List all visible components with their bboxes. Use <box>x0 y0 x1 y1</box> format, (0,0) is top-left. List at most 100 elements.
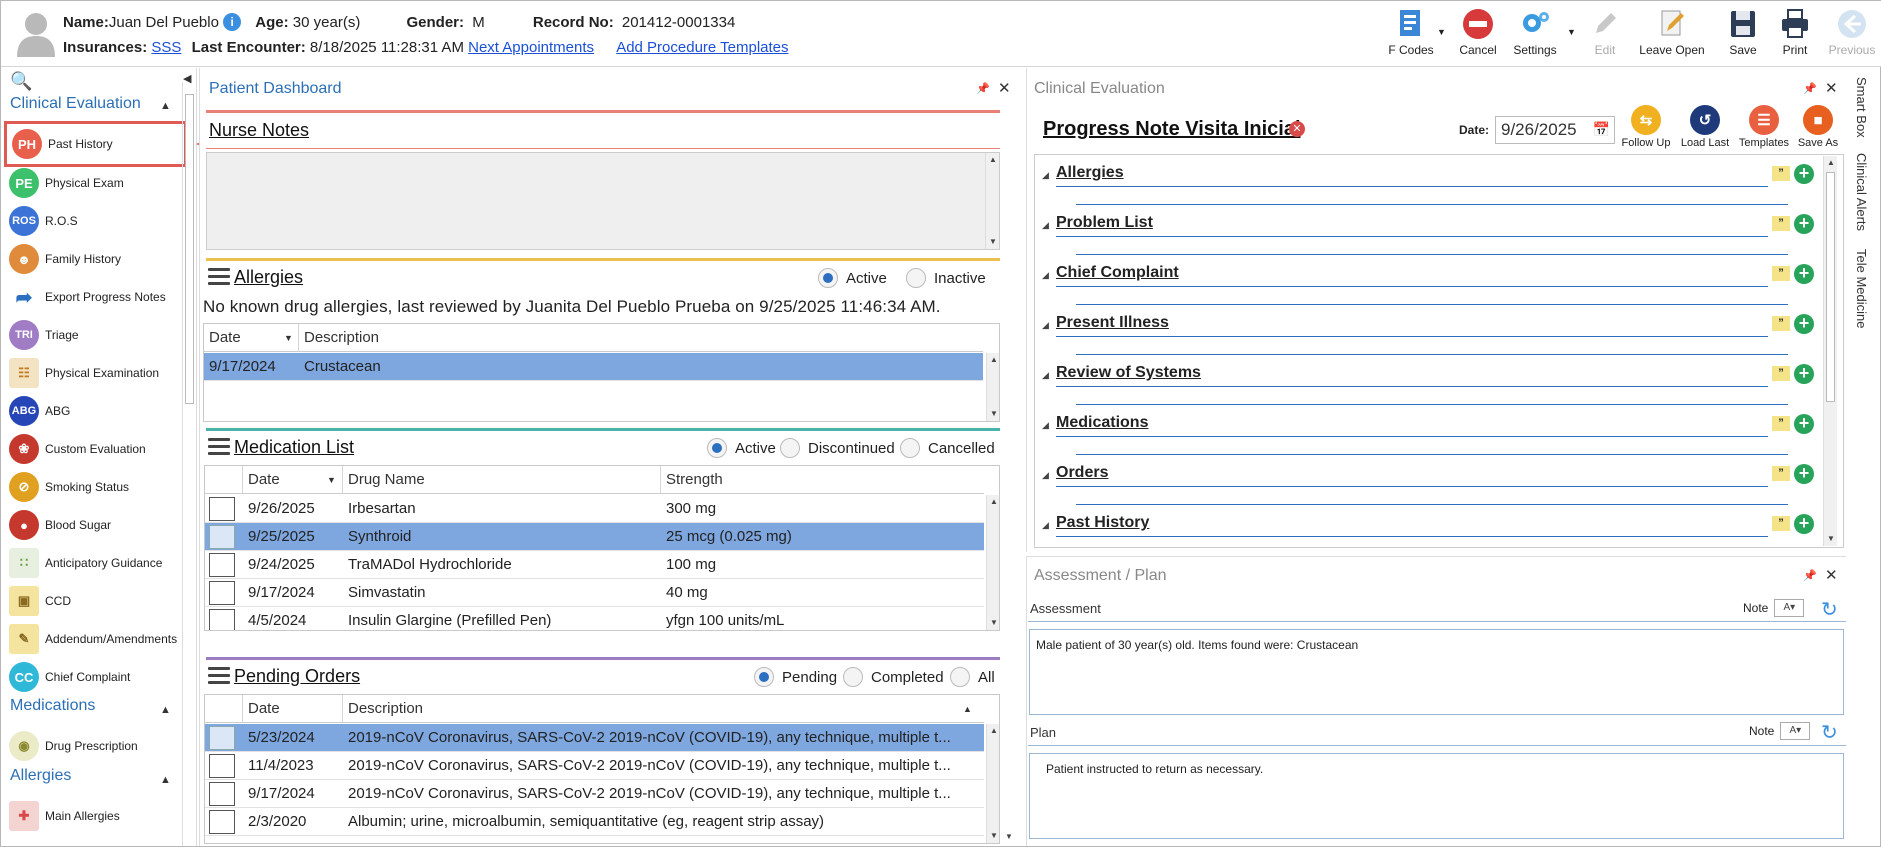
load-last-button[interactable]: ↺ Load Last <box>1677 105 1733 149</box>
section-label[interactable]: Chief Complaint <box>1056 264 1179 282</box>
save-as-button[interactable]: ■ Save As <box>1793 105 1843 149</box>
quote-icon[interactable]: ” <box>1772 366 1790 381</box>
nurse-notes-textarea[interactable] <box>206 152 1000 250</box>
medications-active-radio[interactable]: Active <box>707 438 776 458</box>
hamburger-menu-icon[interactable] <box>208 268 230 286</box>
radio-button[interactable] <box>900 438 920 458</box>
clinical-section-row[interactable]: ◢ Past History ” + <box>1036 506 1814 556</box>
scroll-down-icon[interactable]: ▼ <box>1824 532 1838 546</box>
sidebar-scrollbar[interactable] <box>182 82 195 846</box>
pin-icon[interactable]: 📌 <box>976 82 990 95</box>
radio-button[interactable] <box>950 667 970 687</box>
column-header[interactable]: Description ▲ <box>343 695 984 723</box>
pin-icon[interactable]: 📌 <box>1803 82 1817 95</box>
allergies-title[interactable]: Allergies <box>234 267 303 288</box>
add-icon[interactable]: + <box>1794 464 1814 484</box>
radio-button[interactable] <box>818 268 838 288</box>
radio-button[interactable] <box>906 268 926 288</box>
settings-dropdown-icon[interactable]: ▼ <box>1567 27 1576 37</box>
section-clinical-evaluation[interactable]: Clinical Evaluation <box>10 95 141 113</box>
clinical-section-row[interactable]: ◢ Present Illness ” + <box>1036 306 1814 356</box>
add-icon[interactable]: + <box>1794 214 1814 234</box>
column-header[interactable]: Date <box>243 695 343 723</box>
edit-button[interactable]: Edit <box>1585 7 1625 57</box>
column-header[interactable]: Drug Name <box>343 466 661 494</box>
section-label[interactable]: Medications <box>1056 414 1148 432</box>
refresh-icon[interactable]: ↻ <box>1821 720 1838 745</box>
quote-icon[interactable]: ” <box>1772 416 1790 431</box>
scroll-up-icon[interactable]: ▲ <box>986 153 1000 167</box>
add-procedure-templates-link[interactable]: Add Procedure Templates <box>616 39 788 56</box>
plan-note-button[interactable]: Note A▾ <box>1749 722 1811 740</box>
remove-note-icon[interactable]: ✕ <box>1289 121 1305 137</box>
print-button[interactable]: Print <box>1775 7 1815 57</box>
table-row[interactable]: 11/4/2023 2019-nCoV Coronavirus, SARS-CoV… <box>205 752 984 780</box>
plan-textarea[interactable]: Patient instructed to return as necessar… <box>1029 753 1844 839</box>
add-icon[interactable]: + <box>1794 314 1814 334</box>
info-icon[interactable]: i <box>223 13 242 31</box>
close-icon[interactable]: ✕ <box>1825 566 1838 584</box>
sidebar-item-drug-prescription[interactable]: ◉ Drug Prescription <box>9 730 181 762</box>
assessment-textarea[interactable]: Male patient of 30 year(s) old. Items fo… <box>1029 629 1844 715</box>
row-checkbox[interactable] <box>209 726 235 750</box>
sidebar-item-anticipatory-guidance[interactable]: ∷ Anticipatory Guidance <box>9 547 181 579</box>
expand-triangle-icon[interactable]: ◢ <box>1042 320 1049 331</box>
sidebar-item-ros[interactable]: ROS R.O.S <box>9 205 181 237</box>
hamburger-menu-icon[interactable] <box>208 667 230 685</box>
scroll-thumb[interactable] <box>1826 172 1835 402</box>
allergies-scrollbar[interactable]: ▲ ▼ <box>986 353 999 421</box>
row-checkbox[interactable] <box>209 782 235 806</box>
section-medications[interactable]: Medications <box>10 697 95 715</box>
dashboard-scrollbar[interactable]: ▼ <box>1002 820 1016 844</box>
add-icon[interactable]: + <box>1794 514 1814 534</box>
medication-list-title[interactable]: Medication List <box>234 437 354 458</box>
row-checkbox[interactable] <box>209 581 235 605</box>
table-row[interactable]: 9/26/2025 Irbesartan 300 mg <box>205 495 984 523</box>
close-icon[interactable]: ✕ <box>998 79 1011 97</box>
note-dropdown[interactable]: A▾ <box>1780 722 1811 740</box>
sort-icon[interactable]: ▼ <box>327 466 336 494</box>
f-codes-button[interactable]: F Codes <box>1381 7 1441 57</box>
row-checkbox[interactable] <box>209 553 235 577</box>
orders-completed-radio[interactable]: Completed <box>843 667 944 687</box>
sidebar-item-addendum-amendments[interactable]: ✎ Addendum/Amendments <box>9 623 181 655</box>
close-icon[interactable]: ✕ <box>1825 79 1838 97</box>
sort-icon[interactable]: ▲ <box>963 695 972 723</box>
column-header[interactable]: Strength <box>661 466 984 494</box>
save-button[interactable]: Save <box>1723 7 1763 57</box>
section-label[interactable]: Present Illness <box>1056 314 1169 332</box>
add-icon[interactable]: + <box>1794 164 1814 184</box>
chevron-up-icon[interactable]: ▲ <box>160 100 171 112</box>
sidebar-item-past-history[interactable]: PH Past History <box>4 121 187 167</box>
expand-triangle-icon[interactable]: ◢ <box>1042 470 1049 481</box>
table-row[interactable]: 2/3/2020 Albumin; urine, microalbumin, se… <box>205 808 984 836</box>
nurse-notes-scrollbar[interactable]: ▲ ▼ <box>985 153 999 249</box>
table-row[interactable]: 9/17/2024 Simvastatin 40 mg <box>205 579 984 607</box>
date-input[interactable]: 9/26/2025 📅 <box>1495 116 1615 144</box>
expand-triangle-icon[interactable]: ◢ <box>1042 270 1049 281</box>
search-icon[interactable]: 🔍 <box>10 71 32 92</box>
orders-all-radio[interactable]: All <box>950 667 995 687</box>
section-label[interactable]: Allergies <box>1056 164 1124 182</box>
sidebar-item-ccd[interactable]: ▣ CCD <box>9 585 181 617</box>
expand-triangle-icon[interactable]: ◢ <box>1042 370 1049 381</box>
sidebar-item-chief-complaint[interactable]: CC Chief Complaint <box>9 661 181 693</box>
chevron-up-icon[interactable]: ▲ <box>160 704 171 716</box>
quote-icon[interactable]: ” <box>1772 316 1790 331</box>
clinical-section-row[interactable]: ◢ Review of Systems ” + <box>1036 356 1814 406</box>
scroll-down-icon[interactable]: ▼ <box>987 407 999 421</box>
orders-scrollbar[interactable]: ▲ ▼ <box>986 724 999 843</box>
row-checkbox[interactable] <box>209 754 235 778</box>
insurance-link[interactable]: SSS <box>151 39 181 56</box>
scroll-down-icon[interactable]: ▼ <box>1002 830 1016 844</box>
expand-triangle-icon[interactable]: ◢ <box>1042 170 1049 181</box>
sidebar-item-physical-exam[interactable]: PE Physical Exam <box>9 167 181 199</box>
row-checkbox[interactable] <box>209 810 235 834</box>
follow-up-button[interactable]: ⇆ Follow Up <box>1619 105 1673 149</box>
sidebar-item-blood-sugar[interactable]: ● Blood Sugar <box>9 509 181 541</box>
quote-icon[interactable]: ” <box>1772 266 1790 281</box>
f-codes-dropdown-icon[interactable]: ▼ <box>1437 27 1446 37</box>
quote-icon[interactable]: ” <box>1772 216 1790 231</box>
section-label[interactable]: Past History <box>1056 514 1149 532</box>
pin-icon[interactable]: 📌 <box>1803 569 1817 582</box>
